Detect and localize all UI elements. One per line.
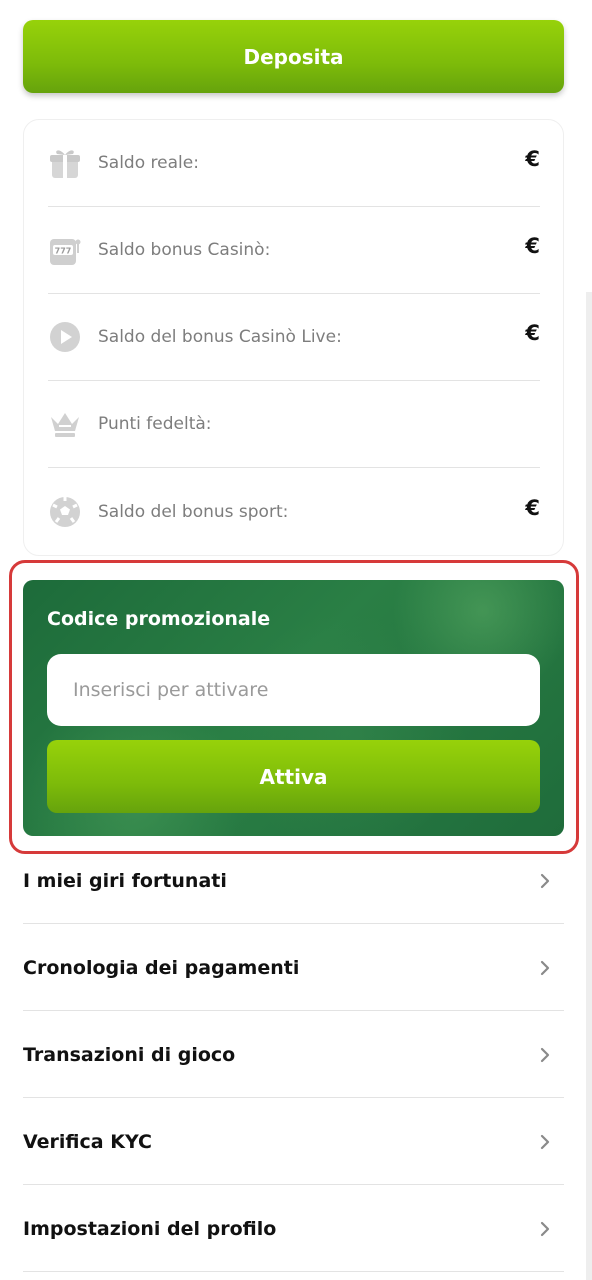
svg-text:777: 777 xyxy=(55,247,72,256)
balance-row-casino-bonus: 777 Saldo bonus Casinò: € xyxy=(48,207,540,294)
menu-item-game-transactions[interactable]: Transazioni di gioco xyxy=(23,1011,564,1098)
menu-item-label: I miei giri fortunati xyxy=(23,869,227,892)
menu-item-label: Impostazioni del profilo xyxy=(23,1217,277,1240)
balance-label: Saldo reale: xyxy=(98,153,199,173)
balance-label: Saldo del bonus Casinò Live: xyxy=(98,327,342,347)
menu-item-label: Cronologia dei pagamenti xyxy=(23,956,300,979)
balance-label: Saldo del bonus sport: xyxy=(98,501,289,522)
promo-code-card: Codice promozionale Attiva xyxy=(23,580,564,836)
scrollbar[interactable] xyxy=(586,292,592,1280)
balance-value: € xyxy=(525,321,540,345)
balance-row-live-casino-bonus: Saldo del bonus Casinò Live: € xyxy=(48,294,540,381)
chevron-right-icon xyxy=(540,960,550,975)
balance-value: € xyxy=(525,495,540,520)
menu-item-label: Verifica KYC xyxy=(23,1130,152,1153)
menu-item-lucky-spins[interactable]: I miei giri fortunati xyxy=(23,837,564,924)
chevron-right-icon xyxy=(540,1221,550,1236)
slot-machine-icon: 777 xyxy=(50,239,81,265)
chevron-right-icon xyxy=(540,873,550,888)
account-page: Deposita Saldo reale: € 777 Saldo bonus … xyxy=(0,0,592,1280)
deposit-button-label: Deposita xyxy=(243,44,344,69)
menu-item-payment-history[interactable]: Cronologia dei pagamenti xyxy=(23,924,564,1011)
balance-value: € xyxy=(525,234,540,258)
crown-icon xyxy=(51,413,79,437)
soccer-ball-icon xyxy=(50,496,80,527)
balance-row-real: Saldo reale: € xyxy=(48,120,540,207)
chevron-right-icon xyxy=(540,1047,550,1062)
balance-label: Saldo bonus Casinò: xyxy=(98,240,271,260)
deposit-button[interactable]: Deposita xyxy=(23,20,564,93)
balance-value: € xyxy=(525,147,540,171)
menu-item-profile-settings[interactable]: Impostazioni del profilo xyxy=(23,1185,564,1272)
balance-row-loyalty-points: Punti fedeltà: xyxy=(48,381,540,468)
activate-button[interactable]: Attiva xyxy=(47,740,540,813)
menu-item-kyc-verification[interactable]: Verifica KYC xyxy=(23,1098,564,1185)
menu-item-label: Transazioni di gioco xyxy=(23,1043,236,1066)
activate-button-label: Attiva xyxy=(259,764,328,789)
balance-label: Punti fedeltà: xyxy=(98,414,212,434)
balance-row-sport-bonus: Saldo del bonus sport: € xyxy=(48,468,540,555)
gift-icon xyxy=(50,150,80,178)
balance-card: Saldo reale: € 777 Saldo bonus Casinò: €… xyxy=(23,119,564,556)
promo-title: Codice promozionale xyxy=(47,608,271,630)
play-icon xyxy=(50,322,80,352)
promo-code-input[interactable] xyxy=(47,654,540,726)
chevron-right-icon xyxy=(540,1134,550,1149)
